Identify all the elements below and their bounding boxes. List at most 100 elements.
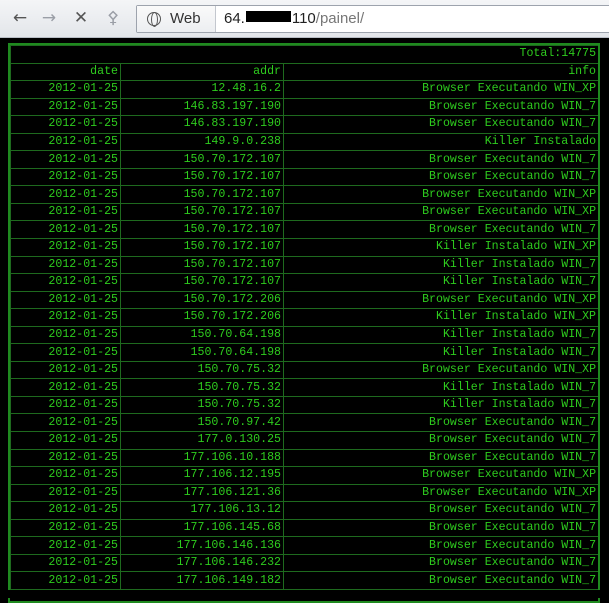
table-row: 2012-01-25 146.83.197.190 Browser Executan… [10,97,598,117]
cell-info: Browser Executando WIN_7 [282,167,598,187]
cell-addr: 150.70.172.107 [120,202,284,222]
cell-addr: 149.9.0.238 [120,132,284,152]
cell-info: Browser Executando WIN_7 [282,518,598,538]
cell-info: Killer Instalado WIN_7 [282,273,598,292]
log-panel: Total:14775 date addr info 2012-01-25 12.… [8,43,600,603]
cell-addr: 177.106.10.188 [120,448,284,468]
forward-arrow-icon[interactable]: → [37,6,61,30]
site-info-chip[interactable]: Web [137,6,216,32]
table-row: 2012-01-25 149.9.0.238 Killer Instalado [10,132,598,152]
cell-addr: 150.70.172.107 [120,150,284,169]
header-row: date addr info [10,62,598,82]
cell-info: Browser Executando WIN_XP [282,80,598,99]
address-bar[interactable]: Web 64. 110/painel/ [136,5,609,33]
cell-info: Killer Instalado WIN_7 [282,343,598,362]
cell-date: 2012-01-25 [10,255,121,275]
cell-addr: 150.70.172.107 [120,255,284,275]
url-suffix: 110 [291,10,316,27]
table-row: 2012-01-25 150.70.64.198 Killer Instalado … [10,343,598,362]
cell-date: 2012-01-25 [10,220,121,240]
url-prefix: 64. [224,10,245,27]
total-label: Total:14775 [10,45,598,64]
table-row: 2012-01-25 150.70.172.107 Browser Executan… [10,202,598,222]
cell-info: Browser Executando WIN_7 [282,97,598,117]
cell-info: Browser Executando WIN_XP [282,360,598,380]
cell-date: 2012-01-25 [10,431,121,450]
table-row: 2012-01-25 177.106.12.195 Browser Executan… [10,466,598,485]
cell-info: Killer Instalado WIN_XP [282,238,598,257]
cell-date: 2012-01-25 [10,395,121,415]
stop-close-icon[interactable]: ✕ [69,6,93,30]
total-row: Total:14775 [10,45,598,64]
cell-addr: 150.70.172.107 [120,185,284,204]
table-row: 2012-01-25 150.70.172.107 Browser Executan… [10,167,598,187]
cell-addr: 150.70.64.198 [120,343,284,362]
cell-info: Browser Executando WIN_7 [282,150,598,169]
table-row: 2012-01-25 150.70.75.32 Browser Executando… [10,360,598,380]
log-table: Total:14775 date addr info 2012-01-25 12.… [10,45,598,590]
cell-date: 2012-01-25 [10,571,121,590]
cell-addr: 177.106.146.136 [120,536,284,555]
table-row: 2012-01-25 150.70.172.107 Browser Executan… [10,220,598,240]
table-row: 2012-01-25 150.70.172.206 Killer Instalado… [10,308,598,327]
cell-date: 2012-01-25 [10,290,121,310]
cell-date: 2012-01-25 [10,325,121,345]
cell-addr: 150.70.75.32 [120,360,284,380]
cell-date: 2012-01-25 [10,308,121,327]
cell-addr: 177.0.130.25 [120,431,284,450]
table-row: 2012-01-25 150.70.172.206 Browser Executan… [10,290,598,310]
cell-info: Browser Executando WIN_7 [282,501,598,520]
table-row: 2012-01-25 150.70.75.32 Killer Instalado W… [10,395,598,415]
table-row: 2012-01-25 177.106.145.68 Browser Executan… [10,518,598,538]
cell-info: Browser Executando WIN_7 [282,413,598,433]
cell-addr: 177.106.149.182 [120,571,284,590]
back-arrow-icon[interactable]: ← [8,6,32,30]
cell-addr: 150.70.172.206 [120,290,284,310]
table-row: 2012-01-25 177.106.10.188 Browser Executan… [10,448,598,468]
cell-date: 2012-01-25 [10,97,121,117]
cell-info: Browser Executando WIN_XP [282,483,598,503]
table-row: 2012-01-25 146.83.197.190 Browser Executan… [10,115,598,134]
cell-addr: 177.106.146.232 [120,553,284,573]
table-row: 2012-01-25 177.106.13.12 Browser Executand… [10,501,598,520]
cell-info: Killer Instalado WIN_7 [282,378,598,397]
cell-date: 2012-01-25 [10,202,121,222]
globe-icon [147,12,161,27]
cell-date: 2012-01-25 [10,378,121,397]
cell-addr: 146.83.197.190 [120,115,284,134]
key-icon[interactable]: ⚴ [101,6,125,30]
cell-addr: 177.106.145.68 [120,518,284,538]
table-row: 2012-01-25 150.70.75.32 Killer Instalado W… [10,378,598,397]
table-row: 2012-01-25 150.70.97.42 Browser Executando… [10,413,598,433]
cell-date: 2012-01-25 [10,150,121,169]
cell-info: Killer Instalado WIN_7 [282,255,598,275]
table-row: 2012-01-25 150.70.172.107 Killer Instalado… [10,273,598,292]
table-row: 2012-01-25 177.106.149.182 Browser Executa… [10,571,598,590]
cell-addr: 150.70.172.107 [120,167,284,187]
url-text[interactable]: 64. 110/painel/ [224,10,364,27]
table-row: 2012-01-25 177.106.146.232 Browser Executa… [10,553,598,573]
cell-date: 2012-01-25 [10,553,121,573]
cell-date: 2012-01-25 [10,115,121,134]
page-bottom-edge [0,590,609,598]
cell-info: Killer Instalado WIN_7 [282,395,598,415]
cell-info: Browser Executando WIN_7 [282,431,598,450]
table-row: 2012-01-25 150.70.64.198 Killer Instalado … [10,325,598,345]
table-row: 2012-01-25 177.106.146.136 Browser Executa… [10,536,598,555]
header-info: info [282,62,598,82]
header-date: date [10,62,121,82]
table-row: 2012-01-25 177.106.121.36 Browser Executan… [10,483,598,503]
cell-addr: 177.106.13.12 [120,501,284,520]
cell-addr: 150.70.75.32 [120,395,284,415]
table-row: 2012-01-25 150.70.172.107 Killer Instalado… [10,255,598,275]
cell-date: 2012-01-25 [10,501,121,520]
cell-info: Browser Executando WIN_7 [282,115,598,134]
cell-date: 2012-01-25 [10,483,121,503]
browser-toolbar: ← → ✕ ⚴ Web 64. 110/painel/ [0,0,609,38]
redaction-bar [245,11,291,22]
table-row: 2012-01-25 150.70.172.107 Killer Instalado… [10,238,598,257]
cell-info: Killer Instalado WIN_XP [282,308,598,327]
cell-addr: 150.70.172.107 [120,273,284,292]
cell-date: 2012-01-25 [10,167,121,187]
cell-info: Browser Executando WIN_XP [282,185,598,204]
